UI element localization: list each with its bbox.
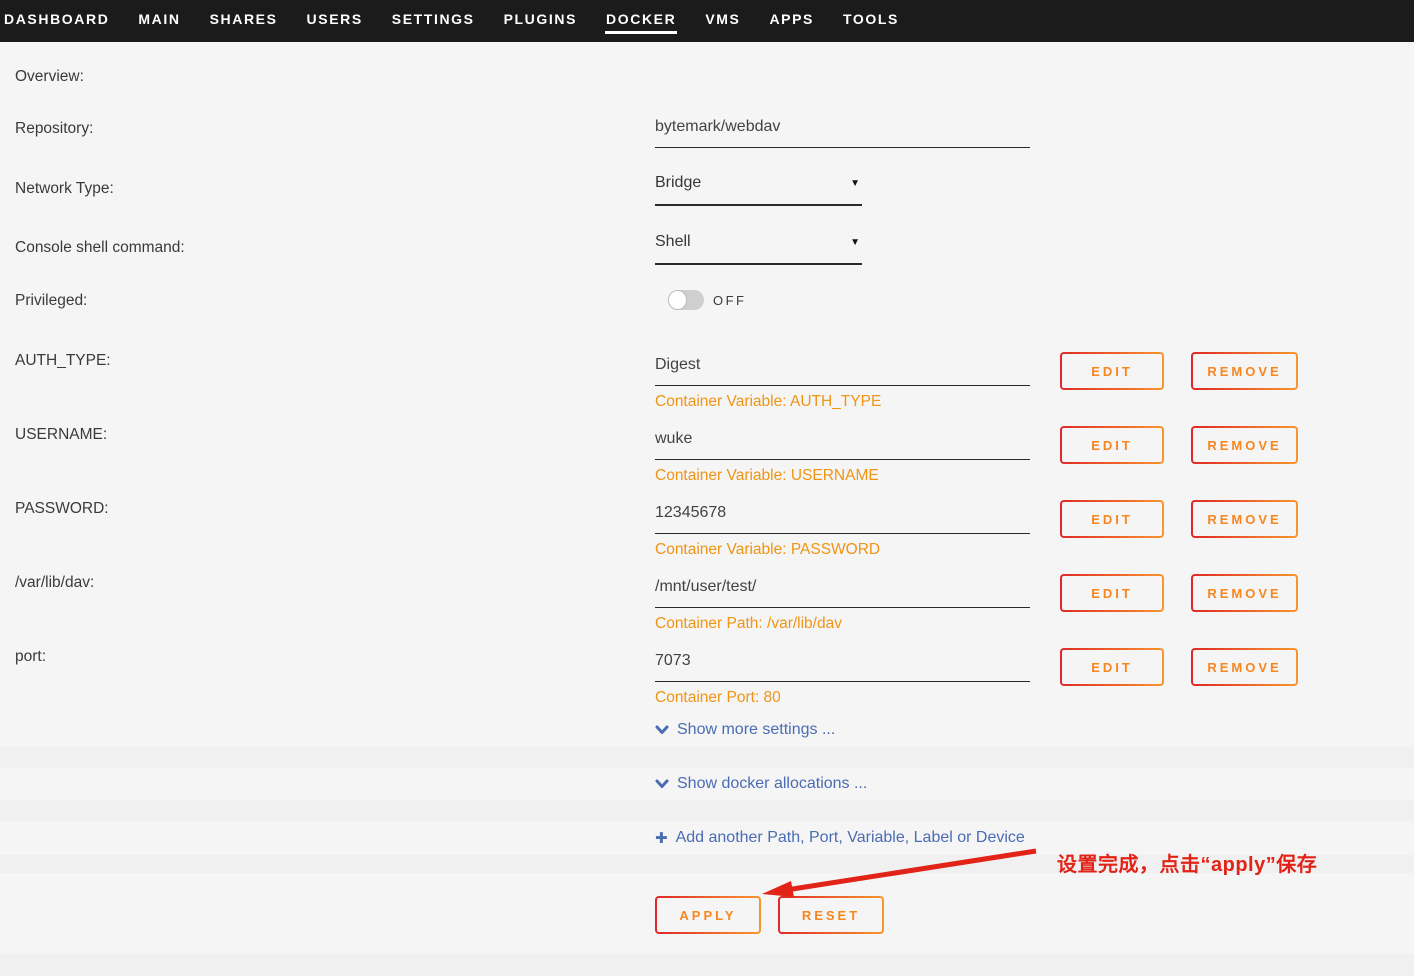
var-label-dav-path: /var/lib/dav:: [15, 574, 95, 591]
nav-tab-plugins[interactable]: PLUGINS: [503, 0, 578, 34]
console-shell-label: Console shell command:: [15, 239, 185, 256]
dav-path-meta: Container Path: /var/lib/dav: [655, 615, 842, 632]
chevron-down-icon: [655, 725, 669, 734]
console-shell-value: Shell: [655, 233, 691, 250]
network-type-value: Bridge: [655, 174, 702, 191]
plus-icon: ✚: [655, 830, 668, 847]
remove-button-dav-path[interactable]: REMOVE: [1191, 574, 1298, 612]
dav-path-input[interactable]: [655, 577, 1030, 608]
password-meta: Container Variable: PASSWORD: [655, 541, 881, 558]
chevron-down-icon: [655, 779, 669, 788]
chevron-down-icon: ▼: [850, 236, 860, 248]
username-meta: Container Variable: USERNAME: [655, 467, 879, 484]
nav-tab-main[interactable]: MAIN: [137, 0, 181, 34]
username-input[interactable]: [655, 429, 1030, 460]
row-stripe: [0, 800, 1414, 821]
toggle-knob: [668, 290, 687, 310]
edit-button-username[interactable]: EDIT: [1060, 426, 1164, 464]
annotation-text: 设置完成，点击“apply”保存: [1057, 854, 1318, 876]
edit-button-password[interactable]: EDIT: [1060, 500, 1164, 538]
row-stripe: [0, 747, 1414, 768]
show-docker-allocations-label: Show docker allocations ...: [677, 775, 868, 792]
privileged-label: Privileged:: [15, 292, 88, 309]
var-label-port: port:: [15, 648, 47, 665]
nav-tab-users[interactable]: USERS: [306, 0, 364, 34]
var-label-password: PASSWORD:: [15, 500, 109, 517]
edit-button-auth-type[interactable]: EDIT: [1060, 352, 1164, 390]
network-type-select[interactable]: Bridge ▼: [655, 174, 862, 206]
row-stripe: [0, 954, 1414, 976]
repository-input[interactable]: [655, 117, 1030, 148]
password-input[interactable]: [655, 503, 1030, 534]
apply-button[interactable]: APPLY: [655, 896, 761, 934]
remove-button-port[interactable]: REMOVE: [1191, 648, 1298, 686]
auth-type-meta: Container Variable: AUTH_TYPE: [655, 393, 882, 410]
var-label-auth-type: AUTH_TYPE:: [15, 352, 111, 369]
var-label-username: USERNAME:: [15, 426, 108, 443]
privileged-toggle[interactable]: [668, 290, 704, 310]
remove-button-auth-type[interactable]: REMOVE: [1191, 352, 1298, 390]
add-another-label: Add another Path, Port, Variable, Label …: [675, 829, 1025, 846]
nav-tab-tools[interactable]: TOOLS: [842, 0, 900, 34]
network-type-label: Network Type:: [15, 180, 114, 197]
show-more-settings-link[interactable]: Show more settings ...: [655, 721, 835, 739]
chevron-down-icon: ▼: [850, 177, 860, 189]
nav-tab-shares[interactable]: SHARES: [209, 0, 279, 34]
auth-type-input[interactable]: [655, 355, 1030, 386]
nav-tab-docker[interactable]: DOCKER: [605, 0, 678, 34]
nav-tab-vms[interactable]: VMS: [704, 0, 741, 34]
add-another-link[interactable]: ✚ Add another Path, Port, Variable, Labe…: [655, 829, 1025, 847]
port-meta: Container Port: 80: [655, 689, 781, 706]
nav-tab-dashboard[interactable]: DASHBOARD: [3, 0, 110, 34]
console-shell-select[interactable]: Shell ▼: [655, 233, 862, 265]
port-input[interactable]: [655, 651, 1030, 682]
nav-tab-apps[interactable]: APPS: [768, 0, 815, 34]
reset-button[interactable]: RESET: [778, 896, 884, 934]
repository-label: Repository:: [15, 120, 94, 137]
overview-label: Overview:: [15, 68, 84, 85]
top-navbar: DASHBOARD MAIN SHARES USERS SETTINGS PLU…: [0, 0, 1414, 42]
edit-button-dav-path[interactable]: EDIT: [1060, 574, 1164, 612]
show-docker-allocations-link[interactable]: Show docker allocations ...: [655, 775, 867, 793]
show-more-settings-label: Show more settings ...: [677, 721, 836, 738]
docker-edit-page: DASHBOARD MAIN SHARES USERS SETTINGS PLU…: [0, 0, 1414, 976]
privileged-state-label: OFF: [713, 293, 747, 308]
remove-button-password[interactable]: REMOVE: [1191, 500, 1298, 538]
remove-button-username[interactable]: REMOVE: [1191, 426, 1298, 464]
nav-tab-settings[interactable]: SETTINGS: [391, 0, 476, 34]
edit-button-port[interactable]: EDIT: [1060, 648, 1164, 686]
